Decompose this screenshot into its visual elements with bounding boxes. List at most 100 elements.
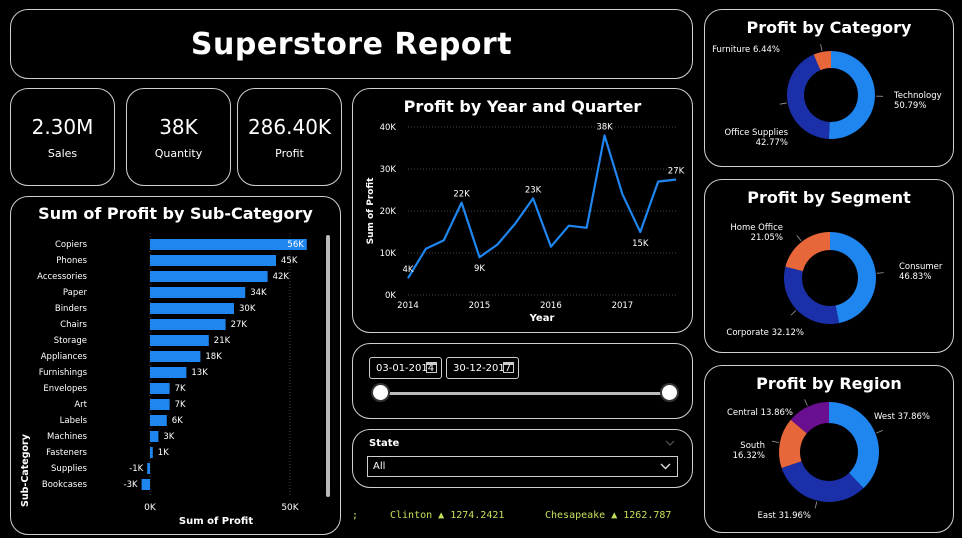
bar-binders[interactable] bbox=[150, 303, 234, 314]
slice-leader-line bbox=[876, 272, 884, 274]
bar-value-label-accessories: 42K bbox=[273, 272, 290, 282]
date-slider-end-handle[interactable] bbox=[660, 383, 679, 402]
kpi-quantity-card[interactable]: 38K Quantity bbox=[126, 88, 231, 186]
bar-value-label-binders: 30K bbox=[239, 304, 256, 314]
segment-donut-chart[interactable]: Consumer 46.83% Corporate 32.12% Home Offic… bbox=[705, 180, 955, 354]
slice-corporate[interactable] bbox=[784, 266, 840, 324]
line-data-label-15k: 15K bbox=[632, 239, 649, 249]
category-label-accessories: Accessories bbox=[37, 272, 87, 282]
date-slider-start-handle[interactable] bbox=[371, 383, 390, 402]
segment-donut-card[interactable]: Profit by Segment Consumer 46.83% Corporat… bbox=[704, 179, 954, 353]
line-data-label-27k: 27K bbox=[668, 167, 685, 177]
year-quarter-chart-card[interactable]: Profit by Year and Quarter Sum of Profit… bbox=[352, 88, 693, 333]
slice-leader-line bbox=[876, 430, 883, 434]
bar-value-label-chairs: 27K bbox=[231, 320, 248, 330]
subcategory-chart-card[interactable]: Sum of Profit by Sub-Category Sub-Catego… bbox=[10, 196, 341, 535]
slice-east[interactable] bbox=[781, 461, 864, 502]
line-y-tick-20k: 20K bbox=[380, 207, 397, 217]
profit-line-chart[interactable]: Sum of Profit Year 0K10K20K30K40K 2014 20… bbox=[353, 89, 694, 334]
bar-phones[interactable] bbox=[150, 255, 276, 266]
category-label-appliances: Appliances bbox=[41, 352, 88, 362]
region-donut-chart[interactable]: West 37.86% East 31.96% South 16.32% Central… bbox=[705, 366, 955, 534]
line-x-tick-2017: 2017 bbox=[612, 301, 634, 311]
kpi-sales-value: 2.30M bbox=[31, 114, 94, 139]
bar-fasteners[interactable] bbox=[150, 447, 153, 458]
subcategory-bar-chart[interactable]: Sub-Category Sum of Profit 0K 50K Copier… bbox=[11, 197, 342, 536]
bar-value-label-bookcases: -3K bbox=[124, 480, 138, 490]
calendar-icon[interactable] bbox=[426, 362, 437, 373]
bar-copiers[interactable] bbox=[150, 239, 307, 250]
date-range-slider-track[interactable] bbox=[380, 392, 670, 395]
kpi-profit-label: Profit bbox=[275, 146, 304, 160]
subcategory-scrollbar[interactable] bbox=[326, 235, 330, 497]
report-title: Superstore Report bbox=[190, 26, 513, 62]
category-label-machines: Machines bbox=[47, 432, 88, 442]
kpi-sales-label: Sales bbox=[47, 146, 78, 160]
slice-leader-line bbox=[814, 501, 818, 509]
subcategory-x-tick-0k: 0K bbox=[144, 503, 157, 513]
kpi-profit-card[interactable]: 286.40K Profit bbox=[237, 88, 342, 186]
subcategory-bars: Copiers 56K Phones 45K Accessories 42K Paper 34… bbox=[37, 239, 307, 490]
line-data-label-4k: 4K bbox=[403, 265, 414, 275]
line-y-tick-10k: 10K bbox=[380, 249, 397, 259]
state-dropdown[interactable]: All bbox=[367, 456, 678, 477]
start-date-input[interactable]: 03-01-2014 bbox=[369, 357, 442, 379]
bar-appliances[interactable] bbox=[150, 351, 201, 362]
line-series bbox=[407, 134, 677, 279]
slice-technology[interactable] bbox=[828, 51, 875, 139]
slice-consumer[interactable] bbox=[830, 232, 877, 324]
bar-storage[interactable] bbox=[150, 335, 209, 346]
kpi-quantity-value: 38K bbox=[159, 114, 198, 139]
category-donut-chart[interactable]: Technology 50.79% Office Supplies 42.77% Fur… bbox=[705, 10, 955, 168]
calendar-icon[interactable] bbox=[503, 362, 514, 373]
region-donut-card[interactable]: Profit by Region West 37.86% East 31.96% S… bbox=[704, 365, 954, 533]
bar-paper[interactable] bbox=[150, 287, 246, 298]
slice-label-corporate: Corporate 32.12% bbox=[726, 328, 804, 338]
slice-label-consumer: Consumer 46.83% bbox=[899, 262, 943, 282]
line-y-ticks: 0K 10K 20K 30K 40K bbox=[380, 123, 397, 301]
bar-envelopes[interactable] bbox=[150, 383, 170, 394]
category-label-supplies: Supplies bbox=[51, 464, 88, 474]
ticker-item: Clinton ▲ 1274.2421 bbox=[390, 510, 505, 521]
category-label-binders: Binders bbox=[55, 304, 88, 314]
bar-value-label-fasteners: 1K bbox=[158, 448, 169, 458]
slice-west[interactable] bbox=[829, 402, 879, 489]
bar-furnishings[interactable] bbox=[150, 367, 187, 378]
slice-leader-line bbox=[779, 102, 787, 105]
kpi-profit-value: 286.40K bbox=[247, 114, 332, 139]
line-x-tick-2016: 2016 bbox=[540, 301, 562, 311]
bar-chairs[interactable] bbox=[150, 319, 226, 330]
category-label-storage: Storage bbox=[54, 336, 87, 346]
slice-home-office[interactable] bbox=[785, 232, 830, 272]
ticker-item: Chesapeake ▲ 1262.787 bbox=[545, 510, 672, 521]
category-label-envelopes: Envelopes bbox=[43, 384, 87, 394]
line-x-tick-2015: 2015 bbox=[469, 301, 491, 311]
category-label-copiers: Copiers bbox=[55, 240, 88, 250]
end-date-input[interactable]: 30-12-2017 bbox=[446, 357, 519, 379]
ticker-item: ; bbox=[352, 510, 359, 521]
bar-accessories[interactable] bbox=[150, 271, 268, 282]
date-slicer-card bbox=[352, 343, 693, 419]
slice-leader-line bbox=[820, 43, 823, 51]
bar-art[interactable] bbox=[150, 399, 170, 410]
bar-value-label-supplies: -1K bbox=[129, 464, 143, 474]
bar-machines[interactable] bbox=[150, 431, 159, 442]
line-data-label-38k: 38K bbox=[596, 122, 613, 132]
bar-bookcases[interactable] bbox=[141, 479, 150, 490]
slice-label-furniture: Furniture 6.44% bbox=[712, 45, 780, 55]
category-label-phones: Phones bbox=[56, 256, 87, 266]
bar-supplies[interactable] bbox=[147, 463, 150, 474]
bar-value-label-envelopes: 7K bbox=[175, 384, 186, 394]
bar-value-label-storage: 21K bbox=[214, 336, 231, 346]
line-data-label-22k: 22K bbox=[453, 190, 470, 200]
bar-value-label-furnishings: 13K bbox=[191, 368, 208, 378]
bar-value-label-appliances: 18K bbox=[205, 352, 222, 362]
kpi-sales-card[interactable]: 2.30M Sales bbox=[10, 88, 115, 186]
category-label-furnishings: Furnishings bbox=[39, 368, 88, 378]
bar-value-label-machines: 3K bbox=[163, 432, 174, 442]
bar-labels[interactable] bbox=[150, 415, 167, 426]
slice-leader-line bbox=[804, 399, 808, 406]
profit-series-line[interactable] bbox=[407, 134, 677, 279]
category-donut-card[interactable]: Profit by Category Technology 50.79% Offic… bbox=[704, 9, 954, 167]
chevron-down-icon[interactable] bbox=[665, 440, 675, 447]
